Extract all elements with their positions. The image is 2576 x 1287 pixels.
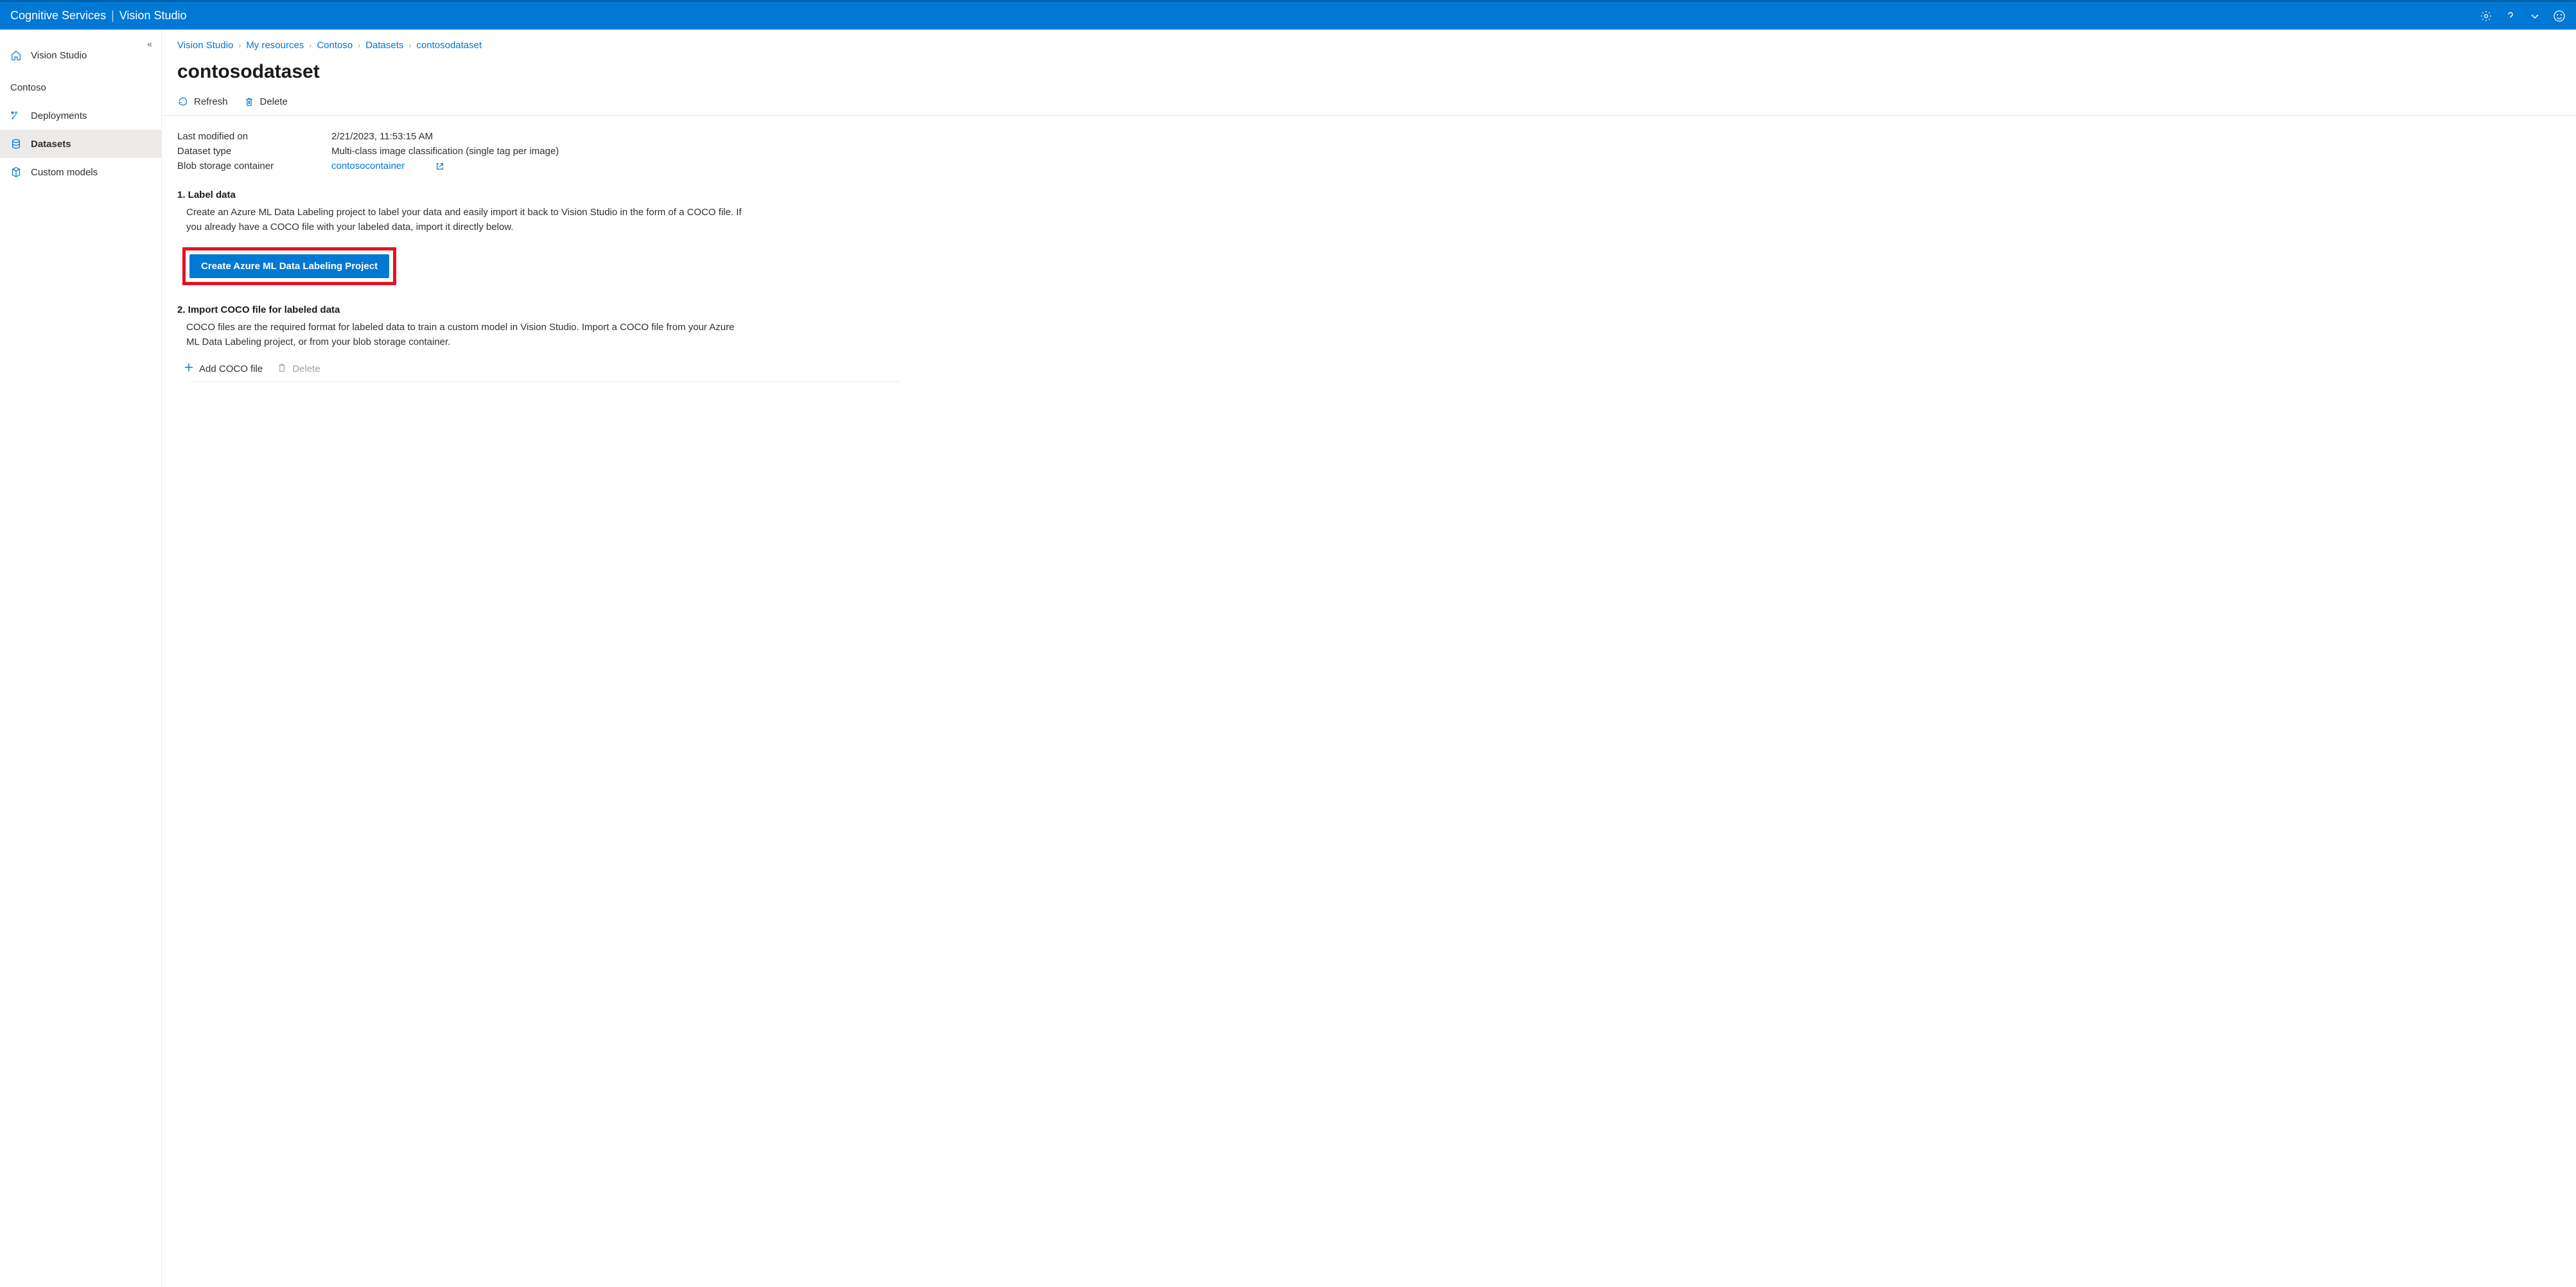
breadcrumb-link[interactable]: Contoso <box>317 40 353 51</box>
label-data-text: Create an Azure ML Data Labeling project… <box>186 206 745 234</box>
dataset-type-label: Dataset type <box>177 146 331 157</box>
custom-models-icon <box>10 166 22 178</box>
plus-icon <box>184 362 194 375</box>
settings-icon[interactable] <box>2480 10 2493 22</box>
breadcrumb-link[interactable]: Vision Studio <box>177 40 233 51</box>
top-bar-title: Cognitive Services | Vision Studio <box>10 9 187 22</box>
delete-button[interactable]: Delete <box>243 96 288 107</box>
refresh-button[interactable]: Refresh <box>177 96 228 107</box>
sidebar-item-datasets[interactable]: Datasets <box>0 130 161 158</box>
help-icon[interactable] <box>2504 10 2517 22</box>
details-grid: Last modified on 2/21/2023, 11:53:15 AM … <box>177 131 2561 171</box>
feedback-icon[interactable] <box>2553 10 2566 22</box>
collapse-sidebar-icon[interactable]: « <box>147 39 152 49</box>
add-coco-label: Add COCO file <box>199 363 263 374</box>
sidebar-home-label: Vision Studio <box>31 50 87 61</box>
delete-icon <box>277 362 287 375</box>
external-link-icon <box>435 162 444 171</box>
last-modified-value: 2/21/2023, 11:53:15 AM <box>331 131 2561 142</box>
breadcrumb-link[interactable]: Datasets <box>365 40 403 51</box>
delete-icon <box>243 96 255 107</box>
sidebar: « Vision Studio Contoso Deployments Data… <box>0 30 162 1287</box>
title-separator: | <box>111 9 114 22</box>
label-data-heading: 1. Label data <box>177 189 2561 200</box>
highlight-annotation: Create Azure ML Data Labeling Project <box>182 247 396 285</box>
import-coco-text: COCO files are the required format for l… <box>186 320 745 349</box>
delete-coco-label: Delete <box>292 363 320 374</box>
blob-value: contosocontainer <box>331 161 405 171</box>
delete-label: Delete <box>260 96 288 107</box>
page-toolbar: Refresh Delete <box>162 96 2576 116</box>
divider <box>193 381 899 382</box>
blob-container-link[interactable]: contosocontainer <box>331 161 2561 171</box>
product-name: Cognitive Services <box>10 9 106 22</box>
sidebar-item-custom-models[interactable]: Custom models <box>0 158 161 186</box>
deployments-icon <box>10 110 22 121</box>
refresh-icon <box>177 96 189 107</box>
sidebar-item-label: Datasets <box>31 139 71 150</box>
app-name: Vision Studio <box>119 9 187 22</box>
page-title: contosodataset <box>162 56 2576 96</box>
last-modified-label: Last modified on <box>177 131 331 142</box>
chevron-right-icon: › <box>309 41 311 50</box>
coco-toolbar: Add COCO file Delete <box>184 362 2561 375</box>
sidebar-item-label: Custom models <box>31 167 98 178</box>
sidebar-item-deployments[interactable]: Deployments <box>0 101 161 130</box>
delete-coco-button: Delete <box>277 362 320 375</box>
sidebar-item-label: Deployments <box>31 110 87 121</box>
breadcrumb: Vision Studio › My resources › Contoso ›… <box>162 30 2576 56</box>
chevron-down-icon[interactable] <box>2528 10 2541 22</box>
dataset-type-value: Multi-class image classification (single… <box>331 146 2561 157</box>
top-bar: Cognitive Services | Vision Studio <box>0 0 2576 30</box>
home-icon <box>10 49 22 61</box>
chevron-right-icon: › <box>238 41 241 50</box>
import-coco-heading: 2. Import COCO file for labeled data <box>177 304 2561 315</box>
sidebar-home[interactable]: Vision Studio <box>0 41 161 69</box>
add-coco-file-button[interactable]: Add COCO file <box>184 362 263 375</box>
refresh-label: Refresh <box>194 96 228 107</box>
top-bar-actions <box>2480 10 2566 22</box>
chevron-right-icon: › <box>408 41 411 50</box>
datasets-icon <box>10 138 22 150</box>
main-content: Vision Studio › My resources › Contoso ›… <box>162 30 2576 1287</box>
blob-label: Blob storage container <box>177 161 331 171</box>
breadcrumb-current: contosodataset <box>416 40 482 51</box>
sidebar-resource[interactable]: Contoso <box>0 73 161 101</box>
breadcrumb-link[interactable]: My resources <box>246 40 304 51</box>
create-labeling-project-button[interactable]: Create Azure ML Data Labeling Project <box>189 254 389 278</box>
chevron-right-icon: › <box>358 41 360 50</box>
sidebar-resource-label: Contoso <box>10 82 46 93</box>
